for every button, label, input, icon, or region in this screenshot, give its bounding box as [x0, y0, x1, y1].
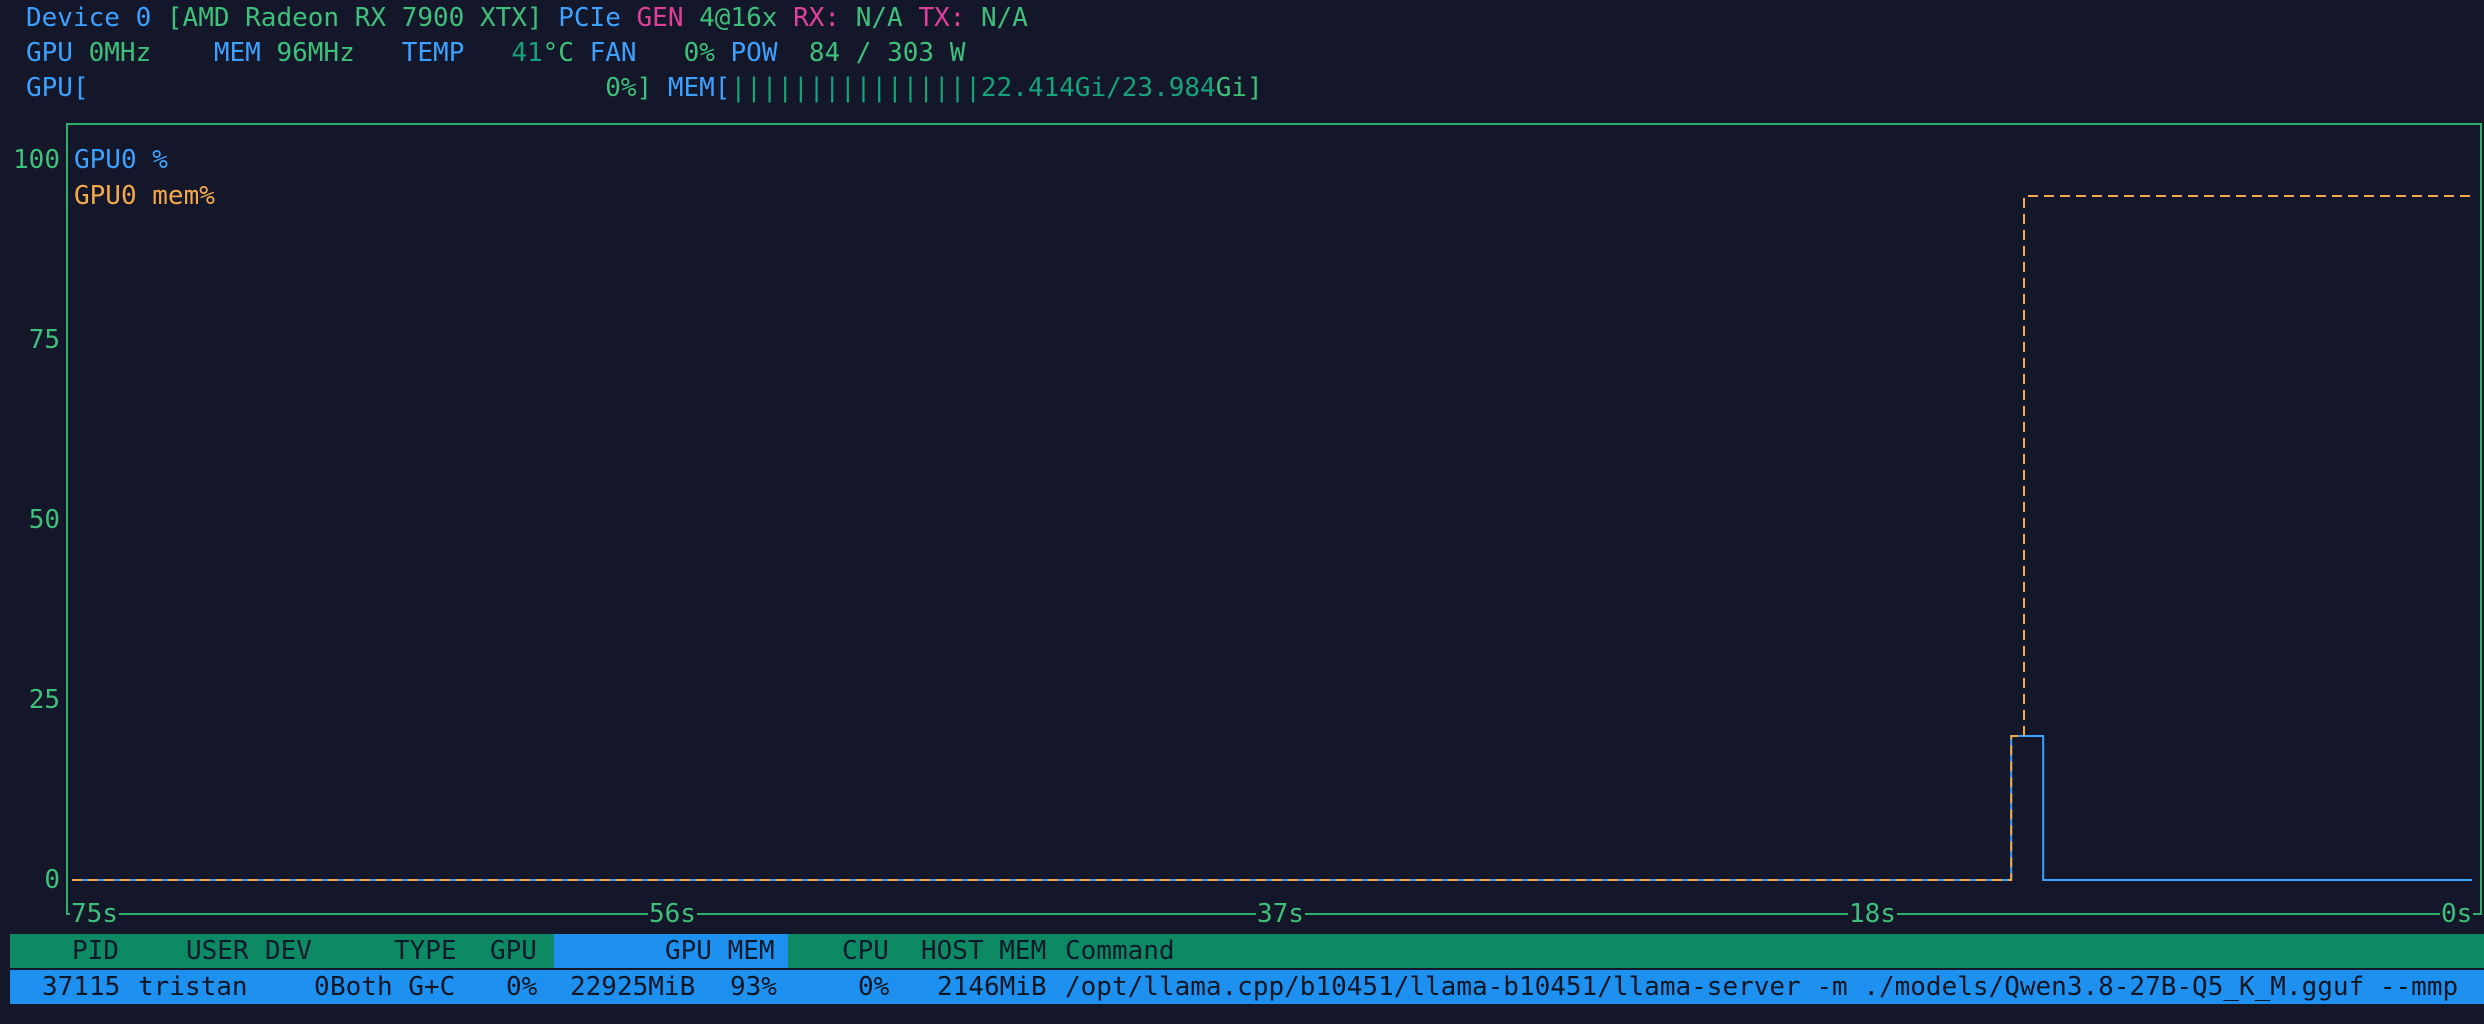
y-tick-label: 75 — [28, 325, 60, 355]
x-tick-label: 0s — [2440, 899, 2474, 929]
series-line-0 — [72, 735, 2472, 881]
row-command: /opt/llama.cpp/b10451/llama-b10451/llama… — [1065, 972, 2459, 1002]
row-cpu: 0% — [858, 972, 890, 1002]
row-gpu-mem: 22925MiB — [570, 972, 696, 1002]
header-gpu[interactable]: GPU — [490, 934, 537, 968]
legend-gpu-percent: GPU0 % — [74, 145, 168, 175]
table-row[interactable]: 37115 tristan 0 Both G+C 0% 22925MiB 93%… — [10, 970, 2484, 1004]
y-tick-label: 25 — [28, 685, 60, 715]
x-tick-label: 18s — [1848, 899, 1897, 929]
header-command[interactable]: Command — [1065, 934, 1175, 968]
x-tick-label: 75s — [70, 899, 119, 929]
row-host-mem: 2146MiB — [937, 972, 1047, 1002]
row-user: tristan — [138, 972, 248, 1002]
row-gpu: 0% — [506, 972, 538, 1002]
y-tick-label: 0 — [44, 865, 60, 895]
y-tick-label: 50 — [28, 505, 60, 535]
row-pid: 37115 — [42, 972, 121, 1002]
row-dev: 0 — [314, 972, 330, 1002]
row-gpu-mem-pct: 93% — [730, 972, 777, 1002]
chart-series — [72, 195, 2472, 881]
y-tick-label: 100 — [13, 145, 60, 175]
header-cpu[interactable]: CPU — [842, 934, 889, 968]
series-line-1 — [72, 195, 2472, 881]
x-tick-label: 37s — [1256, 899, 1305, 929]
header-host-mem[interactable]: HOST MEM — [921, 934, 1046, 968]
legend-gpu-mem-percent: GPU0 mem% — [74, 181, 215, 211]
header-dev[interactable]: DEV — [265, 934, 312, 968]
x-tick-label: 56s — [648, 899, 697, 929]
header-pid[interactable]: PID — [72, 934, 119, 968]
process-table-header: PID USER DEV TYPE GPU GPU MEM CPU HOST M… — [10, 934, 2484, 968]
row-type: Both G+C — [330, 972, 456, 1002]
header-gpu-mem[interactable]: GPU MEM — [665, 934, 775, 968]
header-user[interactable]: USER — [186, 934, 249, 968]
utilization-chart — [68, 195, 2482, 915]
header-type[interactable]: TYPE — [394, 934, 457, 968]
